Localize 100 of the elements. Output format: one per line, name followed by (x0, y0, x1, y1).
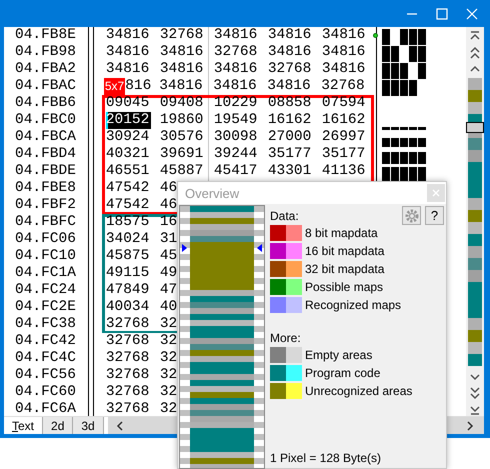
value-cell-text: 40321 (106, 146, 150, 163)
close-icon (432, 189, 440, 197)
value-cell-text: 32 (160, 384, 178, 401)
legend-heading: Data: (270, 208, 299, 224)
value-cell-text: 34816 (213, 78, 258, 95)
value-cell-text: 35177 (268, 146, 312, 163)
address-cell-text: 04.FBCA (15, 129, 77, 146)
value-cell: 34816 (322, 61, 366, 78)
value-cell-text: 31 (160, 231, 178, 248)
address-cell-text: 04.FBAC (15, 78, 77, 95)
value-cell-text: 32768 (106, 333, 150, 350)
address-cell-text: 04.FC1A (15, 265, 77, 282)
value-cell-text: 09045 (106, 95, 150, 112)
value-cell-text: 34816 (106, 44, 150, 61)
value-cell-text: 46 (160, 197, 178, 214)
value-cell-text: 32768 (268, 61, 312, 78)
address-cell-text: 04.FC6A (15, 401, 77, 416)
address-cell-text: 04.FBDE (15, 163, 77, 180)
value-cell: 34816 (322, 44, 366, 61)
value-cell-text: 30098 (214, 129, 258, 146)
value-cell-text: 32 (160, 401, 178, 416)
value-cell: 07594 (322, 95, 366, 112)
value-cell-text: 32768 (106, 401, 150, 416)
legend-label: Recognized maps (305, 298, 402, 312)
value-cell-text: 19549 (214, 112, 258, 129)
value-cell-text: 32768 (160, 27, 204, 44)
scroll-thumb[interactable] (466, 122, 484, 133)
legend-label: Possible maps (305, 280, 384, 294)
value-cell-text: 34816 (268, 27, 312, 44)
address-cell-text: 04.FBA2 (15, 61, 77, 78)
value-cell-text: 27000 (268, 129, 312, 146)
address-cell-text: 04.FBB6 (15, 95, 77, 112)
value-cell-text: 32768 (106, 350, 150, 367)
address-cell-text: 04.FC24 (15, 282, 77, 299)
address-cell-text: 04.FC38 (15, 316, 77, 333)
value-cell-text: 45875 (106, 248, 150, 265)
legend-label: 8 bit mapdata (305, 226, 378, 240)
address-cell-text: 04.FC10 (15, 248, 77, 265)
address-cell-text: 04.FBFC (15, 214, 77, 231)
close-icon[interactable] (466, 8, 478, 20)
value-cell-text: 45887 (160, 163, 204, 180)
marker-dot (373, 33, 378, 38)
legend-label: Program code (305, 366, 380, 380)
address-cell-text: 04.FBC0 (15, 112, 77, 129)
value-cell-text: 47542 (106, 197, 150, 214)
view-tab[interactable]: 2d (43, 417, 74, 434)
view-tab[interactable]: 3d (73, 417, 104, 434)
value-cell-text: 45 (160, 248, 178, 265)
value-cell-text: 32 (160, 333, 178, 350)
legend-label: 32 bit mapdata (305, 262, 384, 276)
value-cell-text: 32 (160, 316, 178, 333)
value-cell-text: 47 (160, 282, 178, 299)
value-cell-text: 34816 (160, 61, 204, 78)
scroll-up-icon[interactable] (469, 65, 482, 73)
value-cell-text: 32768 (106, 384, 150, 401)
page-up-icon[interactable] (469, 46, 482, 60)
value-cell-text: 32 (160, 350, 178, 367)
legend-label: Unrecognized areas (305, 384, 412, 398)
value-cell: 26997 (322, 129, 366, 146)
value-cell: 35177 (322, 146, 366, 163)
value-cell-text: 816 (125, 78, 152, 95)
value-cell-text: 16162 (268, 112, 312, 129)
address-cell-text: 04.FC56 (15, 367, 77, 384)
value-cell-text: 40034 (106, 299, 150, 316)
address-cell-text: 04.FB8E (15, 27, 77, 44)
value-cell-text: 32768 (214, 44, 258, 61)
scroll-left-icon[interactable] (116, 420, 124, 432)
value-cell-text: 32 (160, 367, 178, 384)
address-cell-text: 04.FBE8 (15, 180, 77, 197)
legend-label: 16 bit mapdata (305, 244, 384, 258)
legend-label: Empty areas (305, 348, 372, 362)
value-cell-text: 34816 (160, 44, 204, 61)
value-cell-text: 16 (160, 214, 178, 231)
scroll-bottom-icon[interactable] (469, 405, 482, 415)
value-cell-text: 09408 (160, 95, 204, 112)
value-cell-text: 10229 (214, 95, 258, 112)
scroll-top-icon[interactable] (469, 31, 482, 41)
value-cell-text: 34816 (267, 78, 312, 95)
value-cell-text: 49115 (106, 265, 150, 282)
help-button[interactable]: ? (425, 206, 444, 225)
legend-heading: More: (270, 330, 301, 346)
page-down-icon[interactable] (469, 386, 482, 400)
value-cell-text: 08858 (268, 95, 312, 112)
value-cell-text: 34024 (106, 231, 150, 248)
address-cell-text: 04.FB98 (15, 44, 77, 61)
value-cell-text: 46551 (106, 163, 150, 180)
maximize-icon[interactable] (436, 8, 448, 20)
value-cell-text: 40 (160, 299, 178, 316)
size-badge: 5x7 (104, 78, 126, 95)
scroll-right-icon[interactable] (466, 420, 474, 432)
value-cell-text: 32768 (106, 316, 150, 333)
address-cell-text: 04.FC60 (15, 384, 77, 401)
value-cell-text: 30924 (106, 129, 150, 146)
value-cell-text: 34816 (214, 27, 258, 44)
address-cell-text: 04.FC42 (15, 333, 77, 350)
value-cell-text: 34816 (106, 27, 150, 44)
scroll-down-icon[interactable] (469, 373, 482, 381)
value-cell-text: 34816 (159, 78, 204, 95)
panel-title: Overview (185, 186, 240, 200)
value-cell: 16162 (322, 112, 366, 129)
